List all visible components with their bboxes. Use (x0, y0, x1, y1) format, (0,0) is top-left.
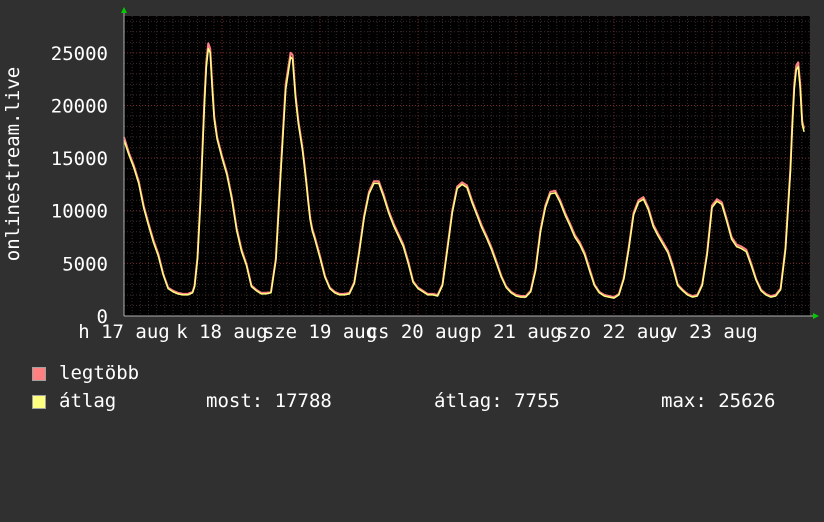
x-tick-label: cs 20 aug (367, 321, 470, 343)
x-tick-label: szo 22 aug (557, 321, 671, 343)
x-tick-label: v 23 aug (666, 321, 758, 343)
y-tick-label: 10000 (51, 201, 108, 223)
chart: 0500010000150002000025000h 17 aug k 18 au… (2, 7, 819, 343)
legend-label-legtobb: legtöbb (59, 362, 140, 384)
legend-item-legtobb: legtöbb (32, 362, 139, 386)
x-tick-label: p 21 aug (470, 321, 562, 343)
legend-label-atlag: átlag (59, 390, 117, 412)
legend-swatch-legtobb (32, 367, 46, 381)
y-tick-label: 20000 (51, 95, 108, 117)
stat-most: most: 17788 (206, 390, 332, 412)
y-axis-label: onlinestream.live (2, 67, 24, 261)
x-tick-label: sze 19 aug (263, 321, 377, 343)
y-axis-arrow (121, 7, 127, 13)
x-tick-label: h 17 aug (78, 321, 170, 343)
y-tick-label: 15000 (51, 148, 108, 170)
y-tick-label: 5000 (62, 253, 108, 275)
stat-max: max: 25626 (661, 390, 776, 412)
y-tick-label: 25000 (51, 43, 108, 65)
legend-swatch-atlag (32, 395, 46, 409)
legend-item-atlag: átlag most: 17788 átlag: 7755 max: 25626 (32, 390, 824, 414)
x-axis-arrow (813, 313, 819, 319)
x-tick-label: k 18 aug (176, 321, 268, 343)
stat-atlag: átlag: 7755 (434, 390, 560, 412)
